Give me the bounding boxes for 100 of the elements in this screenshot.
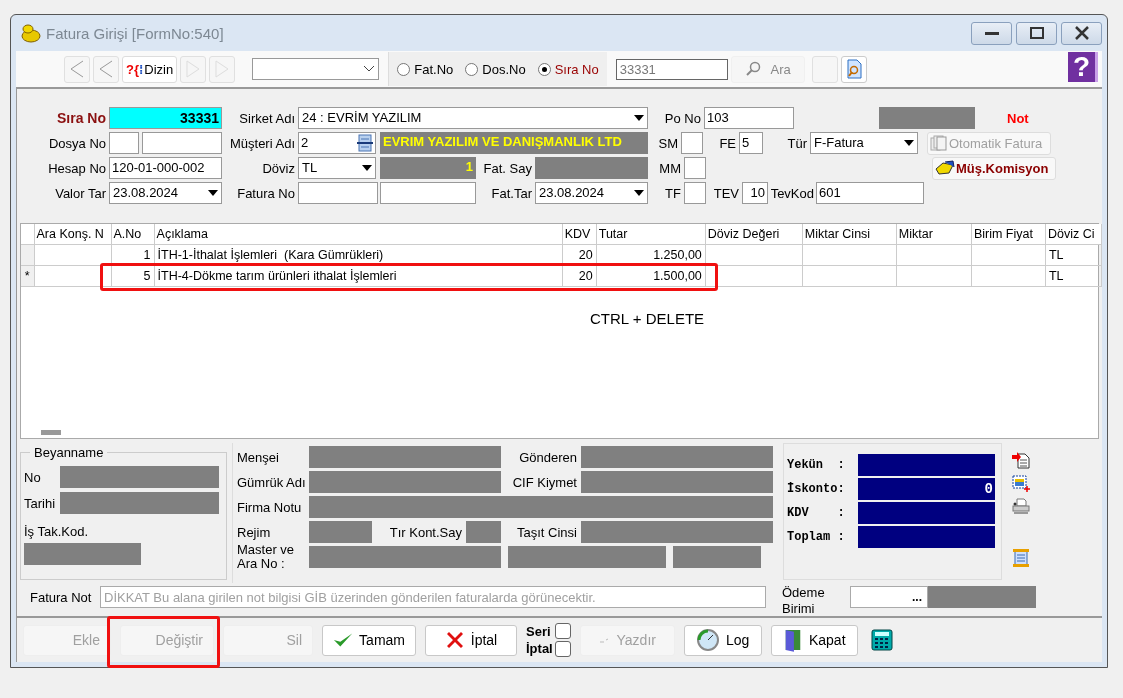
date-dropdown[interactable]: 23.08.2024 xyxy=(535,182,648,204)
chevron-left-icon xyxy=(69,59,85,79)
search-mode-radio[interactable]: Sıra No xyxy=(537,61,599,77)
mm-field[interactable] xyxy=(684,157,706,179)
field-label: Valor Tar xyxy=(54,185,107,201)
search-mode-radio[interactable]: Fat.No xyxy=(397,61,454,77)
checkbox[interactable] xyxy=(554,641,571,657)
column-header[interactable]: Ara Konş. N xyxy=(34,224,112,245)
list-icon[interactable] xyxy=(1012,548,1030,568)
dizin-button[interactable]: ?{⁞Dizin xyxy=(122,55,178,83)
sira-no-field[interactable]: 33331 xyxy=(109,107,222,129)
maximize-button[interactable] xyxy=(1016,21,1057,45)
tev-field[interactable]: 10 xyxy=(742,182,768,204)
fe-field[interactable]: 5 xyxy=(739,132,763,154)
field-label: Sirket Adı xyxy=(238,110,296,126)
search-field[interactable]: 33331 xyxy=(615,58,728,80)
invoice-no-field[interactable] xyxy=(380,182,476,204)
table-cell: TL xyxy=(1045,244,1102,266)
total-label: KDV : xyxy=(787,506,846,520)
help-button[interactable]: ? xyxy=(1068,52,1098,82)
field-label: Gönderen xyxy=(518,449,578,465)
add-frame-icon[interactable] xyxy=(1012,474,1030,492)
field-label: Hesap No xyxy=(47,160,107,176)
caret-icon xyxy=(362,165,372,171)
currency-dropdown[interactable]: TL xyxy=(298,157,376,179)
window-title: Fatura Girişi [FormNo:540] xyxy=(46,24,224,42)
field-label: Tarihi xyxy=(24,495,56,511)
commission-button[interactable]: Müş.Komisyon xyxy=(932,156,1056,180)
column-header[interactable]: KDV xyxy=(562,224,597,245)
account-field[interactable]: 120-01-000-002 xyxy=(109,157,222,179)
invoice-note-field[interactable]: DİKKAT Bu alana girilen not bilgisi GİB üzerinden gönderilen faturalarda görünecektir. xyxy=(100,586,766,608)
dosya-no-field[interactable] xyxy=(142,132,222,154)
readonly-field xyxy=(309,521,372,543)
column-header[interactable]: Döviz Ci xyxy=(1045,224,1102,245)
close-button[interactable] xyxy=(1061,21,1102,45)
tev-code-field[interactable]: 601 xyxy=(816,182,924,204)
caret-icon xyxy=(904,140,914,146)
field-label: MM xyxy=(658,160,682,176)
customer-name-field: EVRIM YAZILIM VE DANIŞMANLIK LTD xyxy=(380,132,648,154)
minimize-button[interactable] xyxy=(971,21,1012,45)
column-header[interactable]: Tutar xyxy=(596,224,706,245)
column-header[interactable]: Açıklama xyxy=(154,224,563,245)
readonly-field xyxy=(466,521,501,543)
previous-button[interactable] xyxy=(93,55,119,83)
row-header[interactable]: * xyxy=(21,265,34,287)
field-label: Dosya No xyxy=(47,135,107,151)
search-mode-radio[interactable]: Dos.No xyxy=(465,61,526,77)
field-label: Sıra No xyxy=(56,110,107,126)
type-dropdown[interactable]: F-Fatura xyxy=(810,132,918,154)
scroll-thumb[interactable] xyxy=(41,430,61,435)
caret-icon xyxy=(634,190,644,196)
total-label: Toplam : xyxy=(787,530,846,544)
group-title: Beyanname xyxy=(33,445,105,460)
money-bag-icon xyxy=(20,23,42,43)
preview-button[interactable] xyxy=(840,55,867,83)
note-label: Not xyxy=(1007,110,1029,126)
field-label: Ödeme Birimi xyxy=(782,584,826,613)
previous-button[interactable] xyxy=(64,55,90,83)
invoice-no-field[interactable] xyxy=(298,182,378,204)
po-no-field[interactable]: 103 xyxy=(704,107,794,129)
tf-field[interactable] xyxy=(684,182,706,204)
customer-code-field[interactable]: 2 xyxy=(298,132,376,154)
column-header[interactable]: Birim Fiyat xyxy=(971,224,1046,245)
field-label: FE xyxy=(718,135,737,151)
field-label: Fatura Not xyxy=(30,589,93,605)
documents-icon xyxy=(930,135,948,151)
caret-icon xyxy=(634,115,644,121)
field-label: Master ve Ara No : xyxy=(237,543,296,571)
date-dropdown[interactable]: 23.08.2024 xyxy=(109,182,222,204)
company-dropdown[interactable]: 24 : EVRİM YAZILIM xyxy=(298,107,648,129)
calculator-icon[interactable] xyxy=(870,629,893,651)
field-label: Fat. Say xyxy=(482,160,533,176)
search-icon xyxy=(744,61,761,77)
log-button[interactable]: Log xyxy=(683,624,762,656)
checkbox[interactable] xyxy=(554,623,571,639)
handshake-icon xyxy=(935,160,955,176)
column-header[interactable]: Miktar xyxy=(896,224,972,245)
printer-icon[interactable] xyxy=(1012,497,1030,515)
column-header[interactable]: Döviz Değeri xyxy=(705,224,803,245)
annotation-text: CTRL + DELETE xyxy=(590,310,705,327)
tamam-button[interactable]: Tamam xyxy=(322,624,416,656)
import-icon[interactable] xyxy=(1012,451,1030,469)
field-label: Tır Kont.Say xyxy=(388,524,463,540)
table-cell: 1.500,00 xyxy=(596,265,706,287)
iptal-button[interactable]: İptal xyxy=(425,624,517,656)
dosya-no-field[interactable] xyxy=(109,132,139,154)
table-cell: İTH-4-Dökme tarım ürünleri ithalat İşlemleri xyxy=(154,265,563,287)
sm-field[interactable] xyxy=(681,132,703,154)
field-label: No xyxy=(24,469,42,485)
filter-dropdown[interactable] xyxy=(252,58,380,80)
table-cell: TL xyxy=(1045,265,1102,287)
total-field: 0 xyxy=(858,478,995,500)
kapat-button[interactable]: Kapat xyxy=(770,624,858,656)
field-label: Gümrük Adı xyxy=(237,474,307,490)
column-header[interactable]: A.No xyxy=(111,224,155,245)
field-label: Tür xyxy=(786,135,808,151)
column-header[interactable]: Miktar Cinsi xyxy=(802,224,897,245)
field-label: TF xyxy=(664,185,682,201)
table-cell: 20 xyxy=(562,265,597,287)
total-label: Yekün : xyxy=(787,458,846,472)
